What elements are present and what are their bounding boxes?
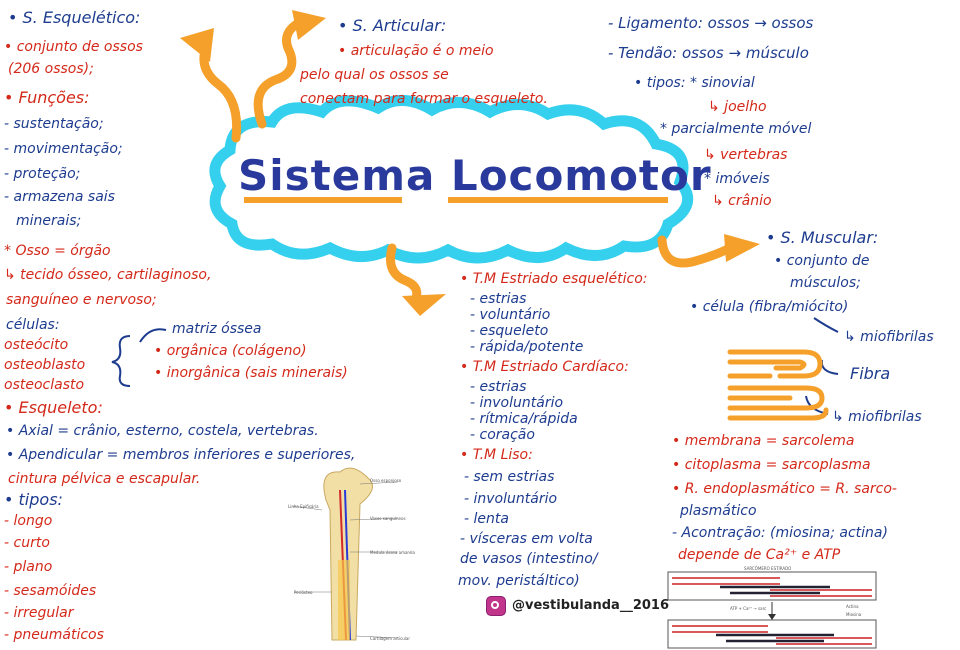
- liso-prop-5: de vasos (intestino/: [460, 551, 598, 567]
- bone-label-f: Cartilagem articular: [370, 636, 411, 641]
- parcial-exemplo: ↳ vertebras: [704, 147, 788, 163]
- sarcomere-formula: ATP + Ca²⁺ → sarc: [730, 606, 767, 611]
- esq-prop-3: - esqueleto: [470, 323, 549, 339]
- miofibrilas-label: ↳ miofibrilas: [844, 329, 934, 345]
- sarcomere-title: SARCÔMERO ESTIRADO: [744, 566, 792, 571]
- bone-label-a: Osso esponjoso: [370, 478, 402, 483]
- reticulo-line-1: • R. endoplasmático = R. sarco-: [672, 481, 897, 497]
- instagram-icon: [486, 596, 506, 616]
- bone-label-e: Periósteo: [294, 590, 313, 595]
- tipos-heading: • tipos:: [4, 490, 63, 509]
- miofibrilas-label-2: ↳ miofibrilas: [832, 409, 922, 425]
- tipo-6: - pneumáticos: [4, 627, 104, 643]
- membrana-line: • membrana = sarcolema: [672, 433, 855, 449]
- brace: [111, 335, 131, 387]
- tipo-1: - longo: [4, 513, 53, 529]
- parcialmente-movel: * parcialmente móvel: [660, 121, 812, 137]
- celula-1: osteócito: [4, 337, 69, 353]
- esq-prop-1: - estrias: [470, 291, 527, 307]
- tendao-line: - Tendão: ossos → músculo: [608, 44, 809, 62]
- tipo-2: - curto: [4, 535, 50, 551]
- liso-prop-1: - sem estrias: [464, 469, 555, 485]
- funcao-4: - armazena sais: [4, 189, 115, 205]
- esq-line-2: (206 ossos);: [8, 61, 94, 77]
- osso-line-2: ↳ tecido ósseo, cartilaginoso,: [4, 267, 212, 283]
- celula-3: osteoclasto: [4, 377, 85, 393]
- bone-label-b: Linha Epifisária: [288, 504, 319, 509]
- liso-heading: • T.M Liso:: [460, 447, 533, 463]
- celula-muscular: • célula (fibra/miócito): [690, 299, 849, 315]
- axial-line: • Axial = crânio, esterno, costela, vert…: [6, 423, 319, 439]
- fibra-label: Fibra: [850, 364, 891, 383]
- page-title: Sistema Locomotor: [238, 151, 712, 200]
- bone-label-c: Vasos sanguíneos: [370, 516, 406, 521]
- celula-2: osteoblasto: [4, 357, 86, 373]
- sinovial-exemplo: ↳ joelho: [708, 99, 767, 115]
- osso-line-1: * Osso = órgão: [4, 243, 111, 259]
- articular-heading: • S. Articular:: [338, 16, 447, 35]
- liso-prop-2: - involuntário: [464, 491, 558, 507]
- articular-line-3: conectam para formar o esqueleto.: [300, 91, 548, 107]
- articular-line-1: • articulação é o meio: [338, 43, 494, 59]
- esq-line-1: • conjunto de ossos: [4, 39, 143, 55]
- miofibrilas-arrow: [813, 317, 839, 333]
- osso-line-3: sanguíneo e nervoso;: [6, 292, 157, 308]
- tipo-3: - plano: [4, 559, 53, 575]
- card-prop-3: - rítmica/rápida: [470, 411, 578, 427]
- tipos-articulacao: • tipos: * sinovial: [634, 75, 755, 91]
- apendicular-line-1: • Apendicular = membros inferiores e sup…: [6, 447, 356, 463]
- matriz-arrow: [139, 328, 167, 343]
- tipo-5: - irregular: [4, 605, 74, 621]
- contracao-line: - Acontração: (miosina; actina): [672, 525, 888, 541]
- muscular-line-2: músculos;: [790, 275, 861, 291]
- sarcomere-figure: [667, 571, 877, 649]
- apendicular-line-2: cintura pélvica e escapular.: [8, 471, 201, 487]
- card-prop-1: - estrias: [470, 379, 527, 395]
- esqueletico-heading: • S. Esquelético:: [8, 8, 141, 27]
- arrowhead-3: [402, 294, 446, 316]
- arrowhead-1: [180, 28, 214, 62]
- imoveis: * imóveis: [704, 171, 770, 187]
- liso-prop-6: mov. peristáltico): [458, 573, 580, 589]
- arrowhead-2: [292, 10, 326, 40]
- esq-prop-2: - voluntário: [470, 307, 551, 323]
- liso-prop-4: - vísceras em volta: [460, 531, 593, 547]
- citoplasma-line: • citoplasma = sarcoplasma: [672, 457, 871, 473]
- sarcomere-key-2: Miosina: [846, 612, 862, 617]
- esq-prop-4: - rápida/potente: [470, 339, 584, 355]
- muscular-heading: • S. Muscular:: [766, 228, 879, 247]
- celulas-heading: células:: [6, 317, 60, 333]
- bone-label-d: Medula óssea amarela: [370, 550, 415, 555]
- liso-prop-3: - lenta: [464, 511, 509, 527]
- sarcomere-key-1: Actina: [846, 604, 859, 609]
- matriz-inorganica: • inorgânica (sais minerais): [154, 365, 348, 381]
- estriado-cardiaco-heading: • T.M Estriado Cardíaco:: [460, 359, 629, 375]
- arrow-to-muscular: [657, 235, 735, 268]
- funcoes-heading: • Funções:: [4, 88, 90, 107]
- credit-handle: @vestibulanda__2016: [512, 598, 670, 613]
- reticulo-line-2: plasmático: [680, 503, 757, 519]
- muscular-line-1: • conjunto de: [774, 253, 870, 269]
- esqueleto-heading: • Esqueleto:: [4, 398, 103, 417]
- card-prop-4: - coração: [470, 427, 535, 443]
- articular-line-2: pelo qual os ossos se: [300, 67, 449, 83]
- depende-line: depende de Ca²⁺ e ATP: [678, 547, 841, 563]
- matriz-heading: matriz óssea: [172, 321, 262, 337]
- funcao-2: - movimentação;: [4, 141, 123, 157]
- ligamento-line: - Ligamento: ossos → ossos: [608, 14, 814, 32]
- matriz-organica: • orgânica (colágeno): [154, 343, 307, 359]
- imoveis-exemplo: ↳ crânio: [712, 193, 772, 209]
- tipo-4: - sesamóides: [4, 583, 97, 599]
- arrowhead-4: [724, 234, 760, 262]
- funcao-3: - proteção;: [4, 166, 81, 182]
- fibra-arrow: [820, 359, 839, 375]
- funcao-1: - sustentação;: [4, 116, 104, 132]
- card-prop-2: - involuntário: [470, 395, 564, 411]
- muscle-fiber-drawing: [727, 349, 829, 421]
- funcao-5: minerais;: [16, 213, 82, 229]
- estriado-esqueletico-heading: • T.M Estriado esquelético:: [460, 271, 648, 287]
- arrow-to-esqueletico: [199, 45, 242, 143]
